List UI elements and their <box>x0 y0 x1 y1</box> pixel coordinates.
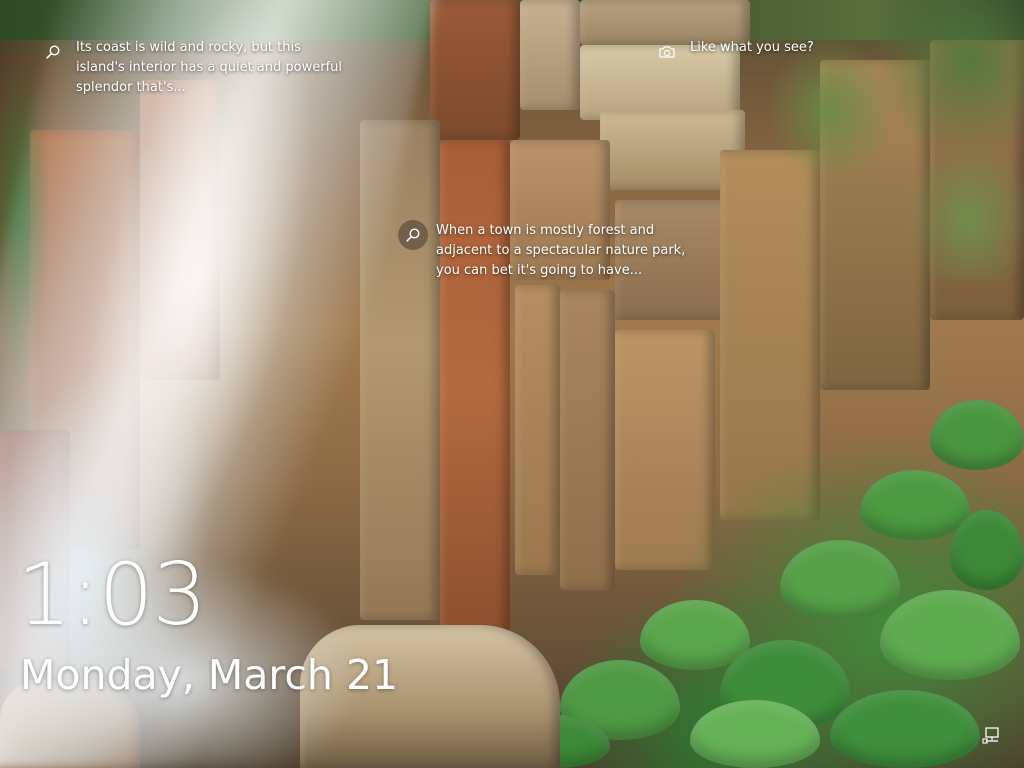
spotlight-hotspot-text: When a town is mostly forest and adjacen… <box>436 223 686 278</box>
camera-icon <box>652 37 682 67</box>
search-icon <box>38 37 68 67</box>
like-what-you-see-label: Like what you see? <box>690 40 814 55</box>
spotlight-hotspot-text: Its coast is wild and rocky, but this is… <box>76 40 343 95</box>
lock-screen-date: Monday, March 21 <box>20 651 399 699</box>
spotlight-hotspot-island[interactable]: Its coast is wild and rocky, but this is… <box>38 37 368 98</box>
spotlight-hotspot-forest-town[interactable]: When a town is mostly forest and adjacen… <box>398 220 718 281</box>
lock-screen[interactable]: Its coast is wild and rocky, but this is… <box>0 0 1024 768</box>
like-what-you-see-button[interactable]: Like what you see? <box>652 37 892 67</box>
lock-screen-clock: 1:03 <box>17 545 207 645</box>
search-icon <box>398 220 428 250</box>
network-wired-icon[interactable] <box>982 726 1002 744</box>
